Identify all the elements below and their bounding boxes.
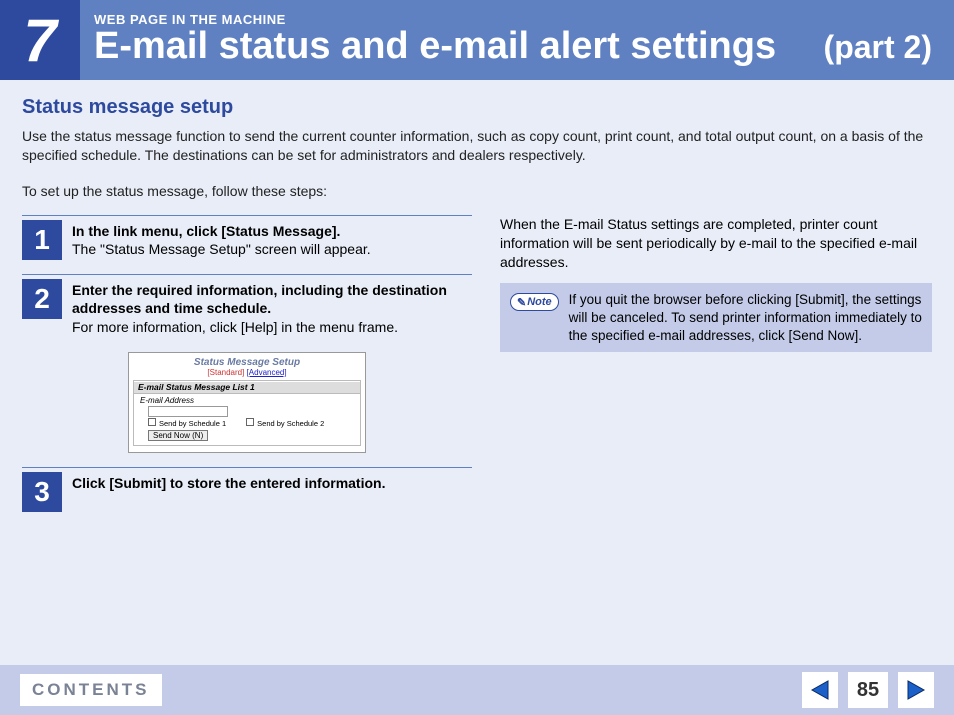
note-badge: ✎Note — [510, 293, 559, 311]
note-label: Note — [527, 296, 551, 308]
screenshot-field-label: E-mail Address — [134, 394, 360, 405]
step-3: 3 Click [Submit] to store the entered in… — [22, 467, 472, 512]
triangle-right-icon — [904, 678, 928, 702]
checkbox-icon — [148, 418, 156, 426]
step-1: 1 In the link menu, click [Status Messag… — [22, 215, 472, 268]
triangle-left-icon — [808, 678, 832, 702]
left-column: 1 In the link menu, click [Status Messag… — [22, 215, 472, 518]
screenshot-send-now-button: Send Now (N) — [148, 430, 208, 441]
step-number: 3 — [22, 472, 62, 512]
header-text-block: WEB PAGE IN THE MACHINE E-mail status an… — [80, 0, 954, 80]
checkbox-icon — [246, 418, 254, 426]
step-body: Click [Submit] to store the entered info… — [62, 468, 385, 512]
step-title: Enter the required information, includin… — [72, 282, 447, 316]
embedded-screenshot: Status Message Setup [Standard] [Advance… — [128, 352, 366, 453]
section-intro: Use the status message function to send … — [22, 127, 932, 165]
step-2: 2 Enter the required information, includ… — [22, 274, 472, 346]
chapter-number-box: 7 — [0, 0, 80, 80]
screenshot-tab-advanced: [Advanced] — [247, 368, 287, 377]
screenshot-check-2: Send by Schedule 2 — [246, 418, 324, 428]
screenshot-check-1: Send by Schedule 1 — [148, 418, 226, 428]
chapter-number: 7 — [23, 6, 56, 75]
step-number: 1 — [22, 220, 62, 260]
page-header: 7 WEB PAGE IN THE MACHINE E-mail status … — [0, 0, 954, 80]
screenshot-tabs: [Standard] [Advanced] — [129, 368, 365, 377]
footer-nav: 85 — [802, 672, 934, 708]
step-body: Enter the required information, includin… — [62, 275, 472, 346]
pencil-icon: ✎ — [517, 296, 526, 309]
section-lead: To set up the status message, follow the… — [22, 183, 932, 199]
header-title-row: E-mail status and e-mail alert settings … — [94, 25, 940, 68]
two-column-layout: 1 In the link menu, click [Status Messag… — [22, 215, 932, 518]
contents-button[interactable]: CONTENTS — [20, 674, 162, 706]
page-number: 85 — [848, 672, 888, 708]
screenshot-panel-title: E-mail Status Message List 1 — [134, 382, 360, 394]
step-subtitle: The "Status Message Setup" screen will a… — [72, 241, 371, 257]
next-page-button[interactable] — [898, 672, 934, 708]
screenshot-tab-standard: [Standard] — [207, 368, 244, 377]
screenshot-email-input — [148, 406, 228, 417]
header-title: E-mail status and e-mail alert settings — [94, 25, 776, 68]
screenshot-panel: E-mail Status Message List 1 E-mail Addr… — [133, 380, 361, 446]
step-body: In the link menu, click [Status Message]… — [62, 216, 371, 268]
page-footer: CONTENTS 85 — [0, 665, 954, 715]
step-number: 2 — [22, 279, 62, 319]
right-column: When the E-mail Status settings are comp… — [500, 215, 932, 518]
screenshot-checks: Send by Schedule 1 Send by Schedule 2 — [134, 418, 360, 428]
content-area: Status message setup Use the status mess… — [0, 80, 954, 518]
step-title: In the link menu, click [Status Message]… — [72, 223, 340, 239]
note-box: ✎Note If you quit the browser before cli… — [500, 283, 932, 352]
section-title: Status message setup — [22, 96, 932, 119]
screenshot-title: Status Message Setup — [129, 357, 365, 368]
prev-page-button[interactable] — [802, 672, 838, 708]
right-paragraph: When the E-mail Status settings are comp… — [500, 215, 932, 272]
note-text: If you quit the browser before clicking … — [569, 291, 922, 344]
step-subtitle: For more information, click [Help] in th… — [72, 319, 398, 335]
header-part: (part 2) — [824, 29, 932, 66]
step-title: Click [Submit] to store the entered info… — [72, 475, 385, 491]
